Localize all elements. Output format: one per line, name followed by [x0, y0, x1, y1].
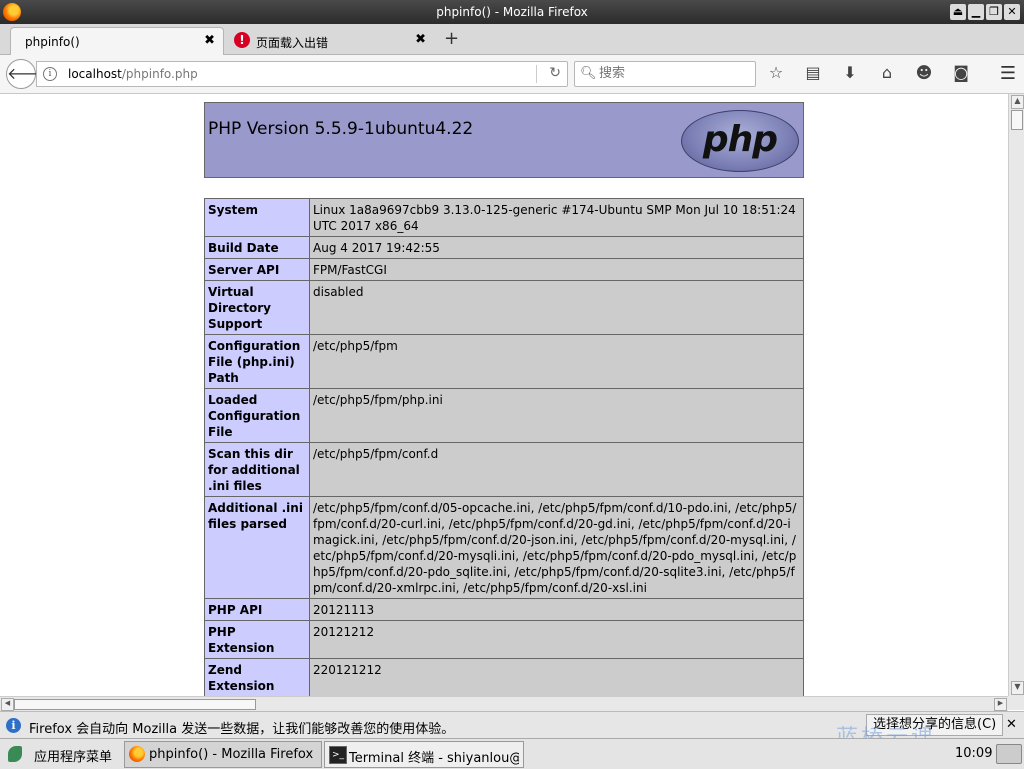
- task-terminal[interactable]: >_ Terminal 终端 - shiyanlou@…: [324, 741, 524, 768]
- toolbar-icons: ☆ ▤ ⬇ ⌂ ☻ ◙: [764, 63, 986, 83]
- download-icon[interactable]: ⬇: [838, 63, 862, 83]
- bookmark-star-icon[interactable]: ☆: [764, 63, 788, 83]
- info-row: Virtual Directory Support disabled: [204, 280, 804, 335]
- pocket-icon[interactable]: ◙: [949, 63, 973, 83]
- reading-list-icon[interactable]: ▤: [801, 63, 825, 83]
- site-info-icon[interactable]: i: [43, 67, 57, 81]
- php-logo-text: php: [702, 119, 778, 160]
- app-menu-icon: [8, 746, 22, 762]
- info-row: Configuration File (php.ini) Path/etc/ph…: [204, 334, 804, 389]
- info-row: PHP API 20121113: [204, 598, 804, 621]
- info-value: disabled: [309, 280, 804, 335]
- page-title: PHP Version 5.5.9-1ubuntu4.22: [208, 119, 474, 139]
- url-bar[interactable]: i localhost/phpinfo.php ↻: [36, 61, 568, 87]
- phpinfo-container: PHP Version 5.5.9-1ubuntu4.22 php System…: [204, 102, 804, 696]
- search-bar[interactable]: 🔍︎: [574, 61, 756, 87]
- info-key: Zend Extension: [204, 658, 310, 696]
- taskbar: 应用程序菜单 phpinfo() - Mozilla Firefox >_ Te…: [0, 738, 1024, 769]
- info-icon: i: [6, 718, 21, 733]
- info-value: FPM/FastCGI: [309, 258, 804, 281]
- task-label: phpinfo() - Mozilla Firefox: [149, 747, 314, 762]
- page-viewport: PHP Version 5.5.9-1ubuntu4.22 php System…: [0, 94, 1008, 696]
- scroll-right-icon[interactable]: ▶: [994, 698, 1007, 711]
- horizontal-scrollbar[interactable]: ◀ ▶: [0, 696, 1008, 711]
- info-row: Loaded Configuration File/etc/php5/fpm/p…: [204, 388, 804, 443]
- info-key: PHP API: [204, 598, 310, 621]
- title-bar: phpinfo() - Mozilla Firefox ⏏ ▁ ❐ ✕: [0, 0, 1024, 24]
- info-key: Scan this dir for additional .ini files: [204, 442, 310, 497]
- clock[interactable]: 10:09: [955, 746, 992, 761]
- php-logo[interactable]: php: [681, 110, 799, 172]
- maximize-icon[interactable]: ❐: [986, 4, 1002, 20]
- reload-icon[interactable]: ↻: [549, 65, 561, 81]
- firefox-icon: [129, 746, 145, 762]
- error-icon: !: [234, 32, 250, 48]
- terminal-icon: >_: [329, 746, 347, 764]
- close-window-icon[interactable]: ✕: [1004, 4, 1020, 20]
- info-row: System Linux 1a8a9697cbb9 3.13.0-125-gene…: [204, 198, 804, 237]
- info-value: /etc/php5/fpm/php.ini: [309, 388, 804, 443]
- info-table: System Linux 1a8a9697cbb9 3.13.0-125-gene…: [204, 198, 804, 696]
- info-value: 20121212: [309, 620, 804, 659]
- keyboard-icon[interactable]: [996, 744, 1022, 764]
- url-path: /phpinfo.php: [121, 67, 198, 81]
- info-value: /etc/php5/fpm/conf.d: [309, 442, 804, 497]
- info-value: 20121113: [309, 598, 804, 621]
- tab-strip: phpinfo() ✖ ! 页面载入出错 ✖ +: [0, 24, 1024, 55]
- info-value: /etc/php5/fpm/conf.d/05-opcache.ini, /et…: [309, 496, 804, 599]
- info-row: Additional .ini files parsed/etc/php5/fp…: [204, 496, 804, 599]
- close-tab-icon[interactable]: ✖: [204, 33, 215, 48]
- info-value: /etc/php5/fpm: [309, 334, 804, 389]
- info-row: Zend Extension 220121212: [204, 658, 804, 696]
- info-value: 220121212: [309, 658, 804, 696]
- scroll-down-icon[interactable]: ▼: [1011, 681, 1024, 695]
- info-key: Loaded Configuration File: [204, 388, 310, 443]
- close-notification-icon[interactable]: ✕: [1006, 717, 1017, 732]
- task-label: Terminal 终端 - shiyanlou@…: [349, 751, 519, 766]
- url-text[interactable]: localhost/phpinfo.php: [68, 67, 198, 81]
- scroll-up-icon[interactable]: ▲: [1011, 95, 1024, 109]
- tab-label: 页面载入出错: [256, 36, 329, 50]
- info-key: Configuration File (php.ini) Path: [204, 334, 310, 389]
- task-firefox[interactable]: phpinfo() - Mozilla Firefox: [124, 741, 322, 768]
- vertical-scrollbar[interactable]: ▲ ▼: [1008, 94, 1024, 696]
- info-key: Additional .ini files parsed: [204, 496, 310, 599]
- info-key: PHP Extension: [204, 620, 310, 659]
- info-row: Build Date Aug 4 2017 19:42:55: [204, 236, 804, 259]
- tab-load-error[interactable]: ! 页面载入出错 ✖: [228, 27, 434, 54]
- info-row: PHP Extension 20121212: [204, 620, 804, 659]
- php-version-header: PHP Version 5.5.9-1ubuntu4.22 php: [204, 102, 804, 178]
- info-row: Scan this dir for additional .ini files /…: [204, 442, 804, 497]
- tab-label: phpinfo(): [25, 35, 80, 49]
- info-row: Server API FPM/FastCGI: [204, 258, 804, 281]
- info-key: System: [204, 198, 310, 237]
- hscroll-thumb[interactable]: [14, 699, 256, 710]
- info-key: Build Date: [204, 236, 310, 259]
- info-key: Virtual Directory Support: [204, 280, 310, 335]
- tab-phpinfo[interactable]: phpinfo() ✖: [10, 27, 224, 55]
- search-icon: 🔍︎: [580, 66, 597, 81]
- menu-icon[interactable]: ☰: [1000, 63, 1016, 84]
- home-icon[interactable]: ⌂: [875, 63, 899, 83]
- notification-message: Firefox 会自动向 Mozilla 发送一些数据，让我们能够改善您的使用体…: [29, 722, 455, 737]
- info-value: Aug 4 2017 19:42:55: [309, 236, 804, 259]
- info-value: Linux 1a8a9697cbb9 3.13.0-125-generic #1…: [309, 198, 804, 237]
- scroll-thumb[interactable]: [1011, 110, 1023, 130]
- back-arrow-icon[interactable]: 🡐: [6, 59, 50, 89]
- window-title: phpinfo() - Mozilla Firefox: [436, 5, 588, 19]
- scroll-corner: [1008, 696, 1024, 710]
- minimize-icon[interactable]: ▁: [968, 4, 984, 20]
- app-menu-label: 应用程序菜单: [34, 750, 113, 765]
- shade-icon[interactable]: ⏏: [950, 4, 966, 20]
- close-tab-icon[interactable]: ✖: [415, 32, 426, 47]
- info-key: Server API: [204, 258, 310, 281]
- window-controls: ⏏ ▁ ❐ ✕: [950, 4, 1020, 20]
- scroll-left-icon[interactable]: ◀: [1, 698, 14, 711]
- chat-icon[interactable]: ☻: [912, 63, 936, 83]
- url-host: localhost: [68, 67, 122, 81]
- new-tab-icon[interactable]: +: [444, 28, 459, 49]
- url-divider: [536, 65, 537, 83]
- navigation-toolbar: 🡐 i localhost/phpinfo.php ↻ 🔍︎ ☆ ▤ ⬇ ⌂ ☻…: [0, 55, 1024, 94]
- search-input[interactable]: [597, 65, 751, 82]
